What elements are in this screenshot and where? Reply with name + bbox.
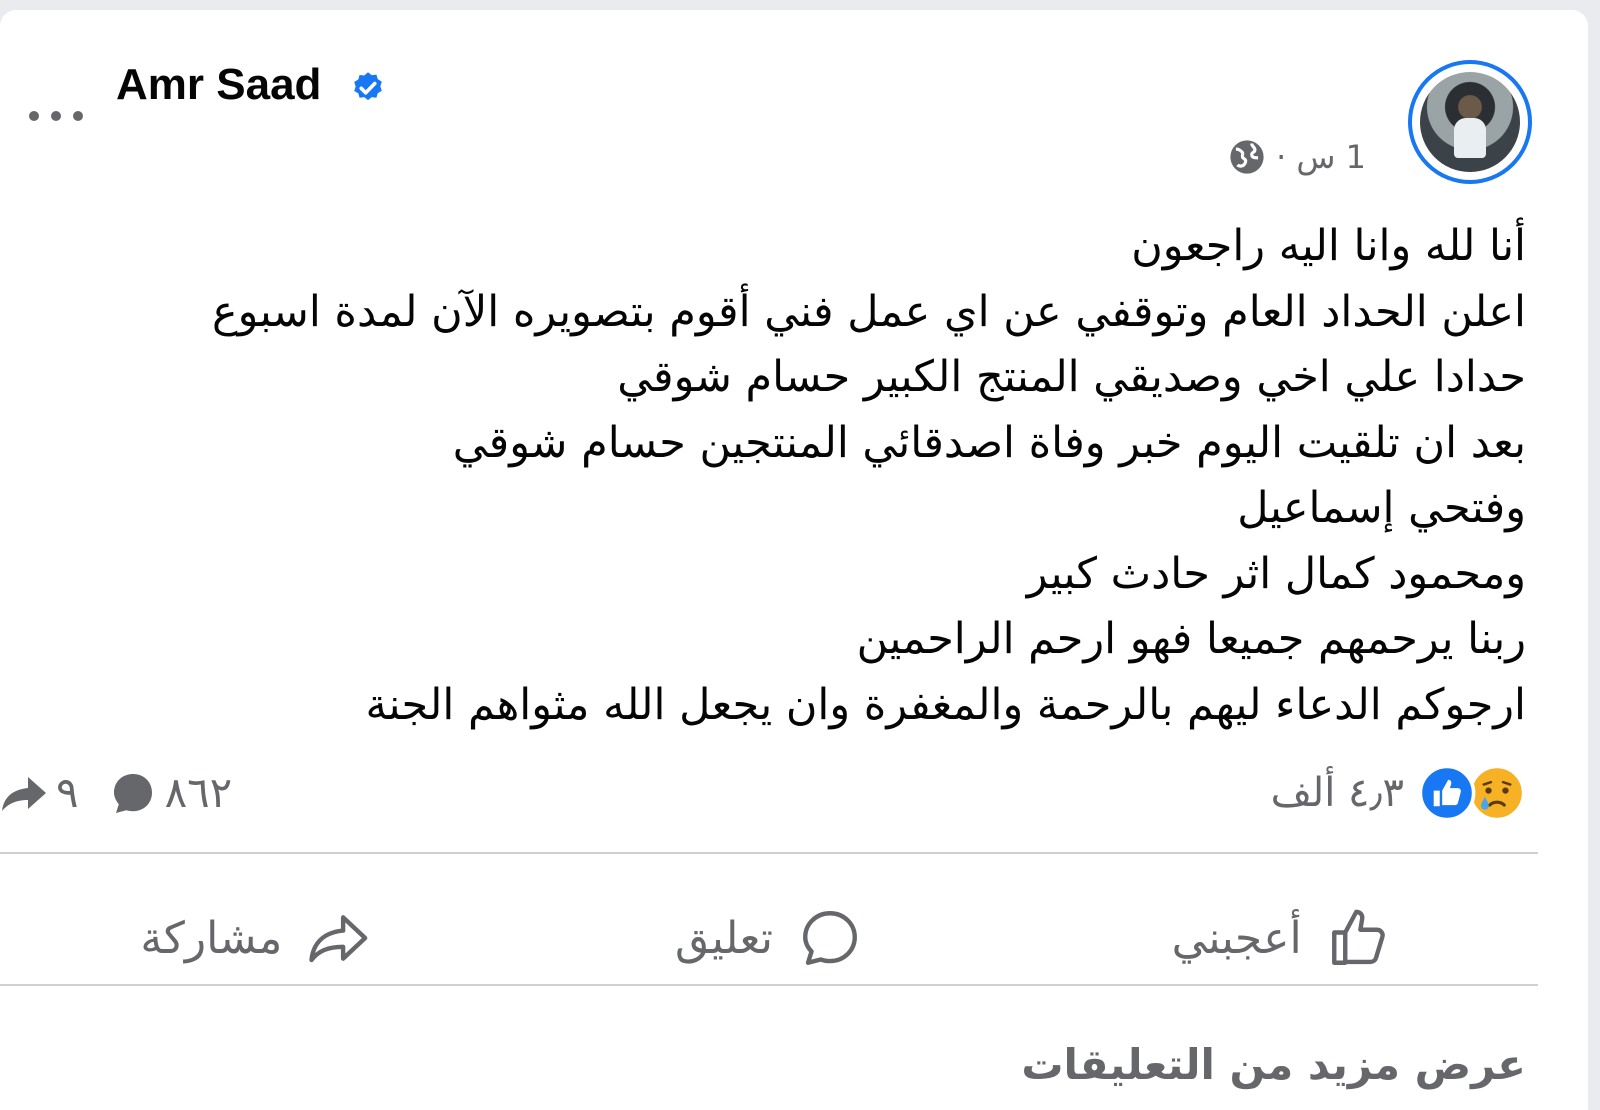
reaction-icons xyxy=(1418,764,1526,822)
profile-avatar[interactable] xyxy=(1408,60,1532,184)
divider-top xyxy=(0,852,1538,854)
author-name[interactable]: Amr Saad xyxy=(116,60,321,110)
like-reaction-icon xyxy=(1418,764,1476,822)
post-body: أنا لله وانا اليه راجعون اعلن الحداد الع… xyxy=(46,214,1526,738)
thumbs-up-icon xyxy=(1331,909,1385,965)
post-line: حدادا علي اخي وصديقي المنتج الكبير حسام … xyxy=(617,352,1526,402)
avatar-photo xyxy=(1420,72,1520,172)
post-line: اعلن الحداد العام وتوقفي عن اي عمل فني أ… xyxy=(211,286,1526,337)
like-label: أعجبني xyxy=(1171,912,1302,964)
like-button[interactable]: أعجبني xyxy=(1025,882,1538,994)
action-bar: أعجبني تعليق مشاركة xyxy=(0,882,1538,994)
reaction-summary[interactable]: ٤٫٣ ألف xyxy=(1271,764,1526,822)
more-options-icon[interactable] xyxy=(24,96,88,126)
post-time[interactable]: 1 س · xyxy=(1276,138,1366,176)
share-button[interactable]: مشاركة xyxy=(0,882,513,994)
reactions-count: ٤٫٣ ألف xyxy=(1270,770,1404,816)
engagement-counts: ٩ ٨٦٢ xyxy=(0,768,232,817)
comment-count-icon xyxy=(113,773,152,813)
comment-label: تعليق xyxy=(674,912,773,964)
share-count-icon xyxy=(2,776,46,811)
verified-badge-icon xyxy=(354,72,382,101)
post-line: ربنا يرحمهم جميعا فهو ارحم الراحمين xyxy=(856,614,1526,664)
comments-stat[interactable]: ٨٦٢ xyxy=(109,768,233,817)
globe-icon[interactable] xyxy=(1228,138,1266,176)
share-icon xyxy=(309,915,368,963)
view-more-comments-link[interactable]: عرض مزيد من التعليقات xyxy=(1021,1040,1526,1089)
post-line: ومحمود كمال اثر حادث كبير xyxy=(1026,548,1526,599)
comment-button[interactable]: تعليق xyxy=(513,882,1026,994)
shares-stat[interactable]: ٩ xyxy=(0,768,79,817)
share-label: مشاركة xyxy=(140,912,283,964)
sad-reaction-icon xyxy=(1468,764,1526,822)
post-line: ارجوكم الدعاء ليهم بالرحمة والمغفرة وان … xyxy=(365,679,1527,730)
divider-bottom xyxy=(0,984,1538,986)
shares-count: ٩ xyxy=(56,768,79,817)
comments-count: ٨٦٢ xyxy=(164,768,233,817)
post-meta: 1 س · xyxy=(1228,138,1366,176)
post-line: بعد ان تلقيت اليوم خبر وفاة اصدقائي المن… xyxy=(452,417,1526,468)
post-line: وفتحي إسماعيل xyxy=(1237,483,1526,533)
comment-icon xyxy=(803,911,857,965)
post-card: Amr Saad 1 س · أنا لله وانا اليه راجعون … xyxy=(0,10,1588,1110)
post-line: أنا لله وانا اليه راجعون xyxy=(1131,221,1526,271)
